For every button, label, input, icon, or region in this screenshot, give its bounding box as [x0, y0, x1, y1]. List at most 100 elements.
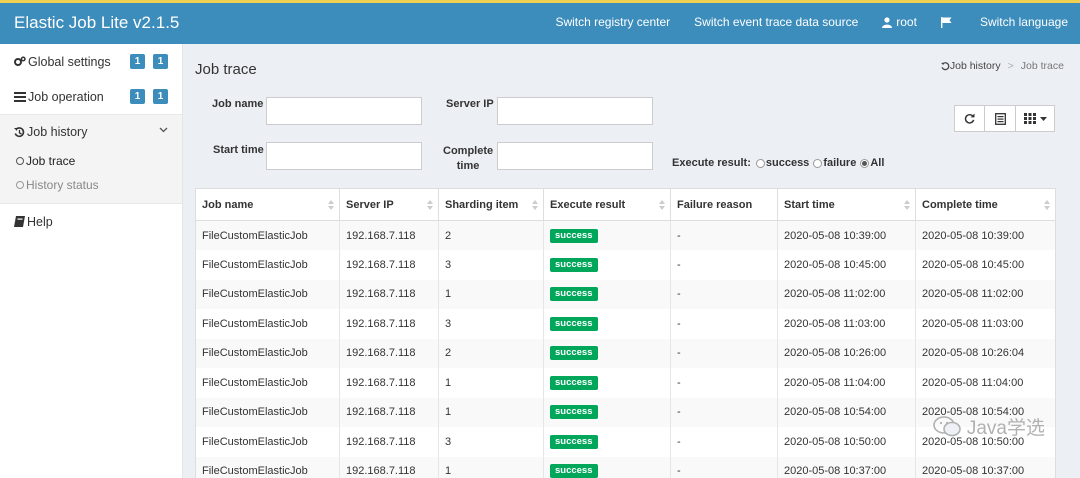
- breadcrumb-current: Job trace: [1020, 60, 1064, 72]
- status-badge: success: [550, 405, 598, 420]
- breadcrumb-separator: >: [1007, 60, 1014, 72]
- cell-server-ip: 192.168.7.118: [339, 309, 439, 339]
- column-header-complete-time[interactable]: Complete time: [915, 188, 1056, 221]
- table-row: FileCustomElasticJob 192.168.7.118 2 suc…: [195, 338, 1056, 368]
- column-header-label: Failure reason: [677, 198, 753, 211]
- sidebar-item-job-operation[interactable]: Job operation 1 1: [0, 79, 182, 114]
- table-row: FileCustomElasticJob 192.168.7.118 1 suc…: [195, 279, 1056, 309]
- status-badge: success: [550, 287, 598, 302]
- grid-icon: [1023, 113, 1036, 124]
- table-toolbar: [954, 105, 1055, 132]
- radio-all[interactable]: [860, 158, 870, 168]
- gears-icon: [14, 56, 26, 67]
- execute-result-filter: Execute result: success failure All: [672, 157, 886, 169]
- user-menu[interactable]: root: [882, 15, 917, 29]
- cell-failure-reason: -: [670, 338, 778, 368]
- status-badge: success: [550, 464, 598, 478]
- cell-start-time: 2020-05-08 10:54:00: [777, 397, 916, 427]
- execute-result-label: Execute result:: [672, 157, 751, 169]
- table-row: FileCustomElasticJob 192.168.7.118 3 suc…: [195, 309, 1056, 339]
- sidebar: Global settings 1 1 Job operation 1 1 Jo…: [0, 44, 183, 478]
- job-trace-table: Job name Server IP Sharding item Execute…: [195, 188, 1056, 478]
- status-badge: success: [550, 375, 598, 390]
- count-badge: 1: [153, 89, 168, 104]
- column-header-execute-result[interactable]: Execute result: [543, 188, 671, 221]
- column-header-label: Job name: [202, 198, 254, 211]
- sidebar-subitem-label: History status: [26, 178, 99, 192]
- server-ip-input[interactable]: [497, 97, 653, 125]
- cell-job-name: FileCustomElasticJob: [195, 220, 340, 250]
- cell-execute-result: success: [543, 220, 671, 250]
- flag-button[interactable]: [940, 16, 956, 28]
- count-badge: 1: [153, 54, 168, 69]
- cell-sharding-item: 3: [438, 309, 544, 339]
- status-badge: success: [550, 257, 598, 272]
- status-badge: success: [550, 228, 598, 243]
- cell-server-ip: 192.168.7.118: [339, 427, 439, 457]
- refresh-button[interactable]: [954, 105, 985, 132]
- cell-job-name: FileCustomElasticJob: [195, 279, 340, 309]
- main-content: Job trace Job history > Job trace Job na…: [184, 44, 1080, 478]
- cell-execute-result: success: [543, 338, 671, 368]
- column-header-label: Complete time: [922, 198, 998, 211]
- sidebar-subitem-job-trace[interactable]: Job trace: [0, 149, 182, 173]
- cell-execute-result: success: [543, 397, 671, 427]
- cell-failure-reason: -: [670, 456, 778, 478]
- toggle-view-button[interactable]: [984, 105, 1016, 132]
- cell-server-ip: 192.168.7.118: [339, 338, 439, 368]
- radio-success[interactable]: [755, 158, 765, 168]
- columns-dropdown-button[interactable]: [1015, 105, 1055, 132]
- switch-registry-center-label: Switch registry center: [555, 15, 671, 29]
- sidebar-item-help[interactable]: Help: [0, 204, 182, 239]
- top-nav: Switch registry center Switch event trac…: [531, 15, 1068, 29]
- start-time-input[interactable]: [266, 142, 422, 170]
- sidebar-item-job-history[interactable]: Job history: [0, 114, 182, 149]
- column-header-job-name[interactable]: Job name: [195, 188, 340, 221]
- sidebar-item-global-settings[interactable]: Global settings 1 1: [0, 44, 182, 79]
- cell-failure-reason: -: [670, 309, 778, 339]
- cell-failure-reason: -: [670, 279, 778, 309]
- status-badge: success: [550, 316, 598, 331]
- cell-server-ip: 192.168.7.118: [339, 250, 439, 280]
- switch-registry-center-link[interactable]: Switch registry center: [555, 15, 670, 29]
- switch-event-trace-link[interactable]: Switch event trace data source: [694, 15, 858, 29]
- sidebar-item-label: Global settings: [28, 54, 111, 69]
- cell-failure-reason: -: [670, 427, 778, 457]
- breadcrumb-parent[interactable]: Job history: [950, 60, 1001, 72]
- table-row: FileCustomElasticJob 192.168.7.118 2 suc…: [195, 220, 1056, 250]
- column-header-label: Sharding item: [445, 198, 519, 211]
- app-title[interactable]: Elastic Job Lite v2.1.5: [14, 13, 179, 33]
- radio-failure[interactable]: [813, 158, 823, 168]
- cell-sharding-item: 3: [438, 250, 544, 280]
- switch-language-link[interactable]: Switch language: [980, 15, 1068, 29]
- cell-complete-time: 2020-05-08 10:37:00: [915, 456, 1056, 478]
- history-icon: [14, 126, 25, 138]
- sidebar-subitem-history-status[interactable]: History status: [0, 173, 182, 197]
- cell-sharding-item: 1: [438, 279, 544, 309]
- complete-time-input[interactable]: [497, 142, 653, 170]
- column-header-server-ip[interactable]: Server IP: [339, 188, 439, 221]
- column-header-start-time[interactable]: Start time: [777, 188, 916, 221]
- column-header-sharding-item[interactable]: Sharding item: [438, 188, 544, 221]
- column-header-label: Server IP: [346, 198, 394, 211]
- wechat-icon: [933, 415, 961, 436]
- job-name-input[interactable]: [266, 97, 422, 125]
- tasks-icon: [14, 91, 26, 102]
- cell-start-time: 2020-05-08 10:39:00: [777, 220, 916, 250]
- cell-failure-reason: -: [670, 220, 778, 250]
- column-header-failure-reason: Failure reason: [670, 188, 778, 221]
- cell-execute-result: success: [543, 250, 671, 280]
- badge-group: 1 1: [122, 54, 168, 69]
- cell-job-name: FileCustomElasticJob: [195, 250, 340, 280]
- cell-start-time: 2020-05-08 11:04:00: [777, 368, 916, 398]
- user-name: root: [896, 15, 917, 29]
- flag-icon: [940, 16, 952, 28]
- cell-server-ip: 192.168.7.118: [339, 368, 439, 398]
- cell-execute-result: success: [543, 309, 671, 339]
- sidebar-item-label: Job history: [27, 125, 88, 139]
- refresh-icon: [964, 113, 975, 124]
- server-ip-label: Server IP: [446, 98, 494, 110]
- start-time-label: Start time: [213, 144, 264, 156]
- sort-icon: [532, 200, 538, 210]
- sort-icon: [904, 200, 910, 210]
